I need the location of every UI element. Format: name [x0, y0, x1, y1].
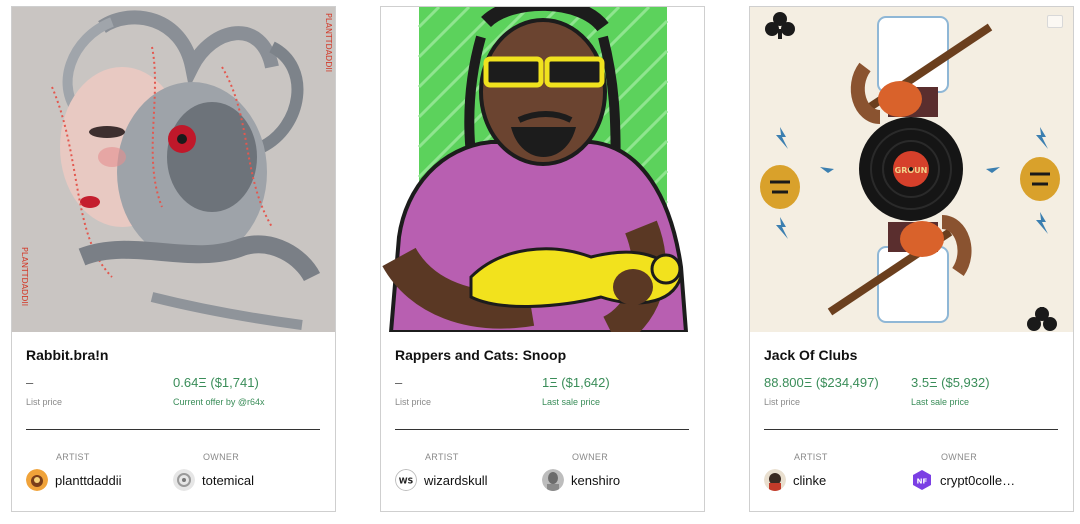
owner-link[interactable]: kenshiro: [542, 469, 620, 491]
list-price-value: –: [26, 375, 34, 390]
card-title[interactable]: Jack Of Clubs: [764, 347, 857, 363]
list-price: – List price: [395, 375, 431, 407]
nft-card-jack-of-clubs[interactable]: GROUN Jack Of Clubs 88.800Ξ ($234,497) L…: [749, 6, 1074, 512]
svg-text:PLANTTDADDII: PLANTTDADDII: [324, 13, 333, 72]
nft-card-rappers-and-cats[interactable]: Rappers and Cats: Snoop – List price 1Ξ …: [380, 6, 705, 512]
svg-text:WS: WS: [399, 477, 414, 486]
owner-label: OWNER: [941, 452, 977, 462]
last-sale-label: Last sale price: [542, 397, 601, 407]
owner-name[interactable]: kenshiro: [571, 473, 620, 488]
list-price: – List price: [26, 375, 62, 407]
owner-name[interactable]: totemical: [202, 473, 254, 488]
artist-name[interactable]: wizardskull: [424, 473, 488, 488]
artwork-image[interactable]: [381, 7, 704, 332]
svg-text:NF: NF: [917, 478, 928, 486]
nft-card-rabbit-brain[interactable]: PLANTTDADDII PLANTTDADDII Rabbit.bra!n –…: [11, 6, 336, 512]
last-sale-value: 1Ξ ($1,642): [542, 375, 610, 390]
artist-name[interactable]: planttdaddii: [55, 473, 122, 488]
video-toggle-icon[interactable]: [1047, 15, 1063, 28]
card-title[interactable]: Rappers and Cats: Snoop: [395, 347, 566, 363]
artist-avatar: WS: [395, 469, 417, 491]
owner-link[interactable]: totemical: [173, 469, 254, 491]
artist-link[interactable]: WS wizardskull: [395, 469, 488, 491]
last-sale-label: Last sale price: [911, 397, 970, 407]
list-price-label: List price: [395, 397, 432, 407]
owner-name[interactable]: crypt0colle…: [940, 473, 1015, 488]
current-offer-value: 0.64Ξ ($1,741): [173, 375, 259, 390]
owner-avatar: NF: [911, 469, 933, 491]
owner-label: OWNER: [572, 452, 608, 462]
current-offer: 0.64Ξ ($1,741) Current offer by @r64x: [173, 375, 265, 407]
divider: [764, 429, 1058, 430]
artist-name[interactable]: clinke: [793, 473, 826, 488]
artist-label: ARTIST: [425, 452, 459, 462]
last-sale: 3.5Ξ ($5,932) Last sale price: [911, 375, 990, 407]
artist-label: ARTIST: [56, 452, 90, 462]
artist-avatar: [764, 469, 786, 491]
artist-link[interactable]: planttdaddii: [26, 469, 122, 491]
divider: [26, 429, 320, 430]
svg-text:PLANTTDADDII: PLANTTDADDII: [20, 247, 29, 306]
last-sale-value: 3.5Ξ ($5,932): [911, 375, 990, 390]
owner-avatar: [173, 469, 195, 491]
list-price-value: –: [395, 375, 403, 390]
current-offer-label[interactable]: Current offer by @r64x: [173, 397, 265, 407]
artist-link[interactable]: clinke: [764, 469, 826, 491]
list-price-label: List price: [764, 397, 801, 407]
divider: [395, 429, 689, 430]
artwork-image[interactable]: GROUN: [750, 7, 1073, 332]
last-sale: 1Ξ ($1,642) Last sale price: [542, 375, 610, 407]
list-price-label: List price: [26, 397, 63, 407]
owner-label: OWNER: [203, 452, 239, 462]
artwork-image[interactable]: PLANTTDADDII PLANTTDADDII: [12, 7, 335, 332]
list-price-value: 88.800Ξ ($234,497): [764, 375, 879, 390]
list-price: 88.800Ξ ($234,497) List price: [764, 375, 879, 407]
artist-label: ARTIST: [794, 452, 828, 462]
owner-link[interactable]: NF crypt0colle…: [911, 469, 1015, 491]
artist-avatar: [26, 469, 48, 491]
owner-avatar: [542, 469, 564, 491]
card-title[interactable]: Rabbit.bra!n: [26, 347, 108, 363]
